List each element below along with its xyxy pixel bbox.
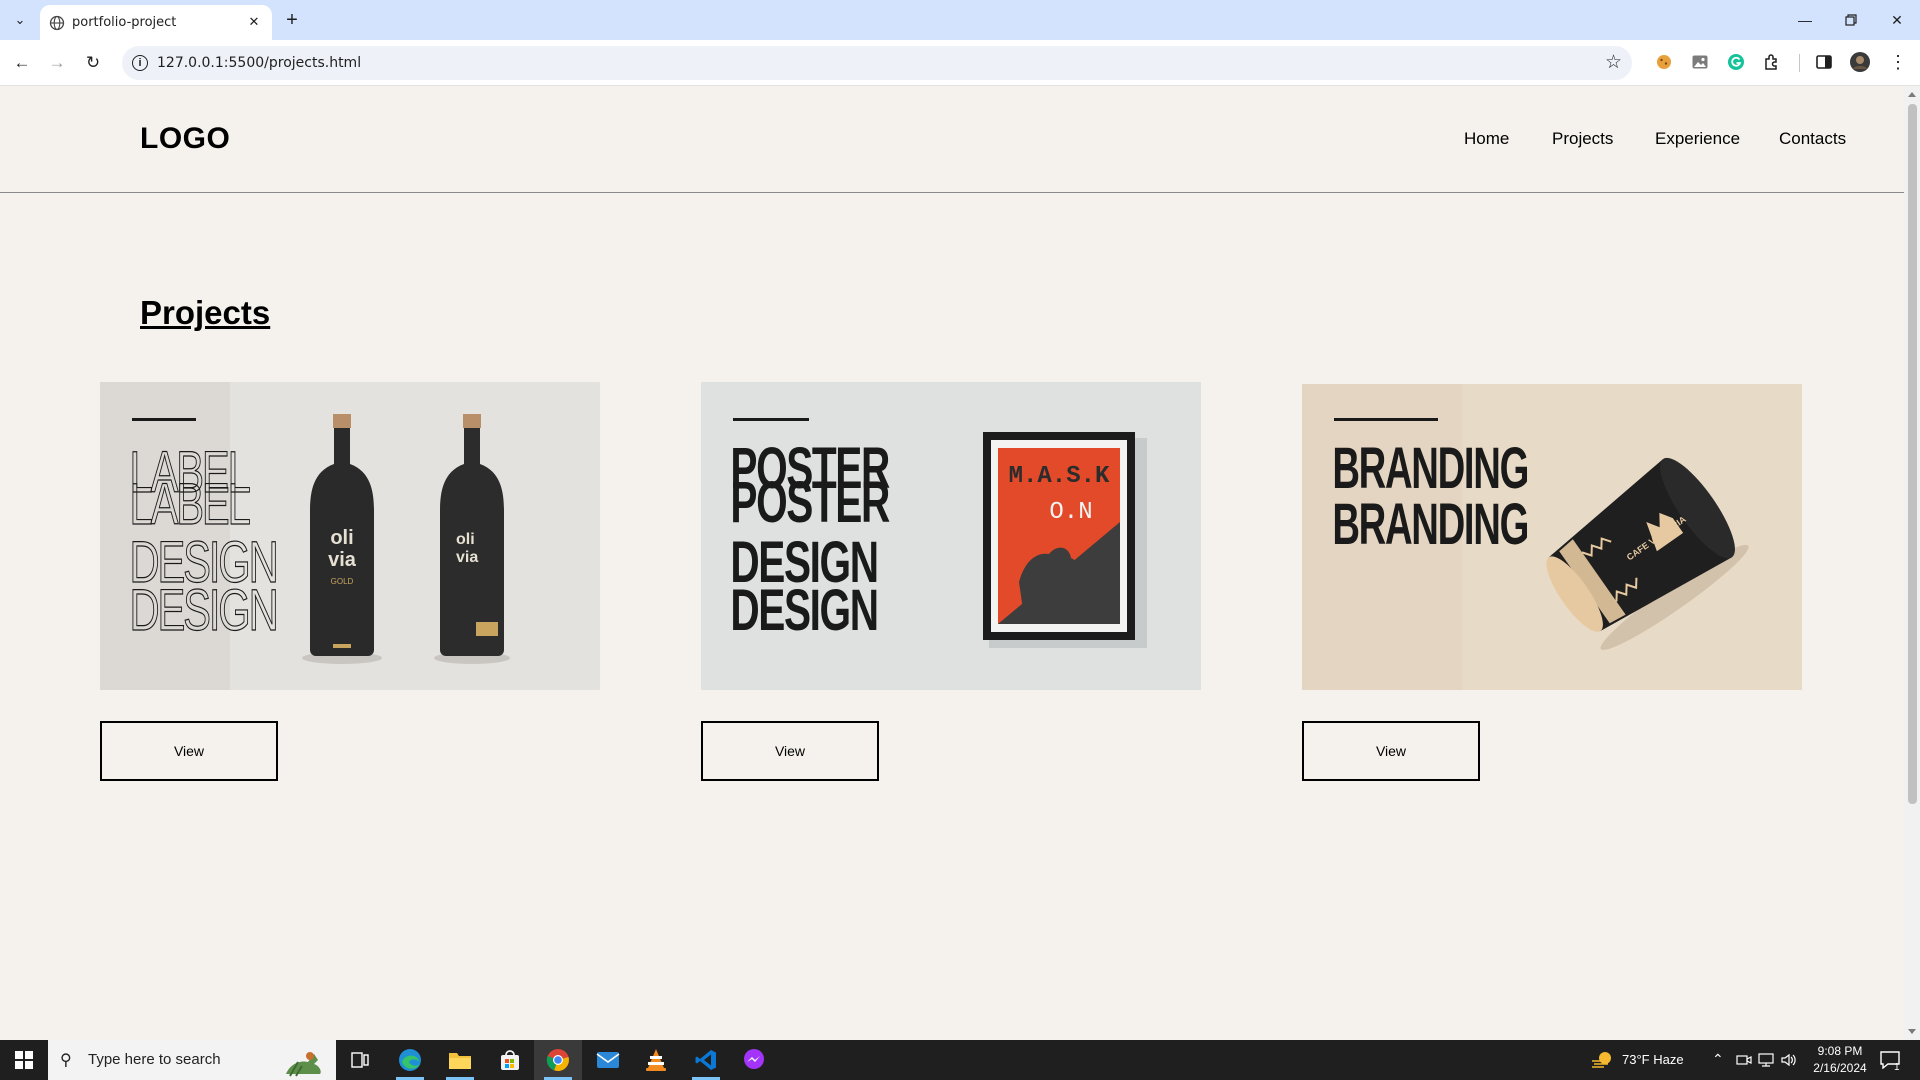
extensions-puzzle-icon[interactable] (1762, 52, 1782, 72)
search-icon: ⚲ (60, 1052, 72, 1069)
task-view-icon[interactable] (336, 1040, 384, 1080)
back-arrow-icon[interactable]: ← (8, 49, 36, 77)
scroll-thumb[interactable] (1908, 104, 1917, 804)
forward-arrow-icon[interactable]: → (43, 49, 71, 77)
search-bird-illustration-icon (286, 1052, 321, 1077)
taskbar-search-input[interactable]: ⚲ Type here to search (48, 1040, 336, 1080)
scroll-up-arrow-icon[interactable] (1908, 92, 1916, 97)
browser-toolbar: ← → ↻ i 127.0.0.1:5500/projects.html ☆ ⋮ (0, 40, 1920, 86)
poster-subtitle: O.N (1049, 499, 1092, 526)
edge-browser-icon[interactable] (386, 1040, 434, 1080)
vlc-icon[interactable] (632, 1040, 680, 1080)
label-line-4: DESIGN (130, 577, 277, 642)
reload-icon[interactable]: ↻ (79, 49, 107, 77)
meet-now-camera-icon[interactable] (1736, 1053, 1752, 1067)
nav-contacts-link[interactable]: Contacts (1779, 129, 1846, 149)
bookmark-star-icon[interactable]: ☆ (1605, 51, 1622, 74)
view-poster-design-button[interactable]: View (701, 721, 879, 781)
mail-icon[interactable] (584, 1040, 632, 1080)
tab-strip: ⌄ portfolio-project ✕ + — ✕ (0, 0, 1920, 40)
cookie-extension-icon[interactable] (1654, 52, 1674, 72)
scroll-down-arrow-icon[interactable] (1908, 1029, 1916, 1034)
new-tab-button[interactable]: + (280, 8, 304, 32)
address-bar[interactable]: i 127.0.0.1:5500/projects.html ☆ (122, 46, 1632, 80)
notification-count-badge: 1 (1894, 1062, 1900, 1073)
close-window-icon[interactable]: ✕ (1874, 6, 1920, 34)
nav-experience-link[interactable]: Experience (1655, 129, 1740, 149)
branding-line-2: BRANDING (1332, 493, 1528, 557)
microsoft-store-icon[interactable] (486, 1040, 534, 1080)
weather-text[interactable]: 73°F Haze (1622, 1052, 1684, 1067)
weather-icon[interactable] (1590, 1050, 1614, 1070)
tab-title: portfolio-project (72, 15, 177, 30)
bottle-label-sub: GOLD (331, 577, 354, 586)
windows-taskbar: ⚲ Type here to search 73°F Haze ⌃ 9:08 P… (0, 1040, 1920, 1080)
minimize-icon[interactable]: — (1782, 6, 1828, 34)
chrome-menu-icon[interactable]: ⋮ (1888, 52, 1908, 72)
poster-design-image[interactable]: POSTER POSTER DESIGN DESIGN M.A.S.K O.N (701, 382, 1201, 690)
nav-home-link[interactable]: Home (1464, 129, 1509, 149)
view-label-design-button[interactable]: View (100, 721, 278, 781)
bottle-label-line-1: oli (330, 527, 353, 549)
site-header: LOGO Home Projects Experience Contacts (0, 87, 1904, 193)
poster-title: M.A.S.K (1009, 463, 1110, 490)
nav-projects-link[interactable]: Projects (1552, 129, 1613, 149)
grammarly-extension-icon[interactable] (1726, 52, 1746, 72)
view-branding-button[interactable]: View (1302, 721, 1480, 781)
restore-icon[interactable] (1828, 6, 1874, 34)
tab-search-chevron-icon[interactable]: ⌄ (8, 8, 32, 32)
vscode-icon[interactable] (682, 1040, 730, 1080)
chrome-taskbar-icon[interactable] (534, 1040, 582, 1080)
page-viewport: LOGO Home Projects Experience Contacts P… (0, 87, 1904, 1040)
browser-tab[interactable]: portfolio-project ✕ (40, 5, 272, 40)
bottle-back-label-2: via (456, 549, 478, 566)
branding-line-1: BRANDING (1332, 437, 1528, 501)
messenger-icon[interactable] (730, 1040, 778, 1080)
site-info-icon[interactable]: i (132, 55, 148, 71)
close-tab-icon[interactable]: ✕ (244, 12, 264, 32)
toolbar-divider (1799, 54, 1800, 72)
page-scrollbar[interactable] (1904, 87, 1920, 1040)
search-placeholder: Type here to search (88, 1051, 221, 1068)
label-line-2: LABEL (130, 471, 250, 536)
bottle-back-label-1: oli (456, 531, 475, 548)
image-extension-icon[interactable] (1690, 52, 1710, 72)
projects-heading: Projects (140, 294, 271, 331)
label-design-image[interactable]: LABEL LABEL DESIGN DESIGN oli via GOLD o… (100, 382, 600, 690)
clock-date[interactable]: 2/16/2024 (1808, 1061, 1872, 1075)
network-icon[interactable] (1758, 1052, 1774, 1068)
branding-image[interactable]: BRANDING BRANDING CAFE VICTORIA (1302, 384, 1802, 690)
side-panel-icon[interactable] (1814, 52, 1834, 72)
clock-time[interactable]: 9:08 PM (1812, 1044, 1868, 1058)
file-explorer-icon[interactable] (436, 1040, 484, 1080)
url-text[interactable]: 127.0.0.1:5500/projects.html (157, 55, 361, 71)
show-hidden-icons-chevron-icon[interactable]: ⌃ (1712, 1051, 1724, 1068)
volume-icon[interactable] (1781, 1052, 1797, 1068)
profile-avatar[interactable] (1850, 52, 1870, 72)
bottle-label-line-2: via (328, 549, 357, 571)
poster-line-4: DESIGN (730, 578, 877, 643)
windows-start-icon[interactable] (0, 1040, 48, 1080)
poster-line-2: POSTER (730, 470, 890, 535)
globe-icon (49, 15, 65, 31)
framed-poster: M.A.S.K O.N (983, 432, 1147, 648)
site-logo[interactable]: LOGO (140, 122, 230, 156)
